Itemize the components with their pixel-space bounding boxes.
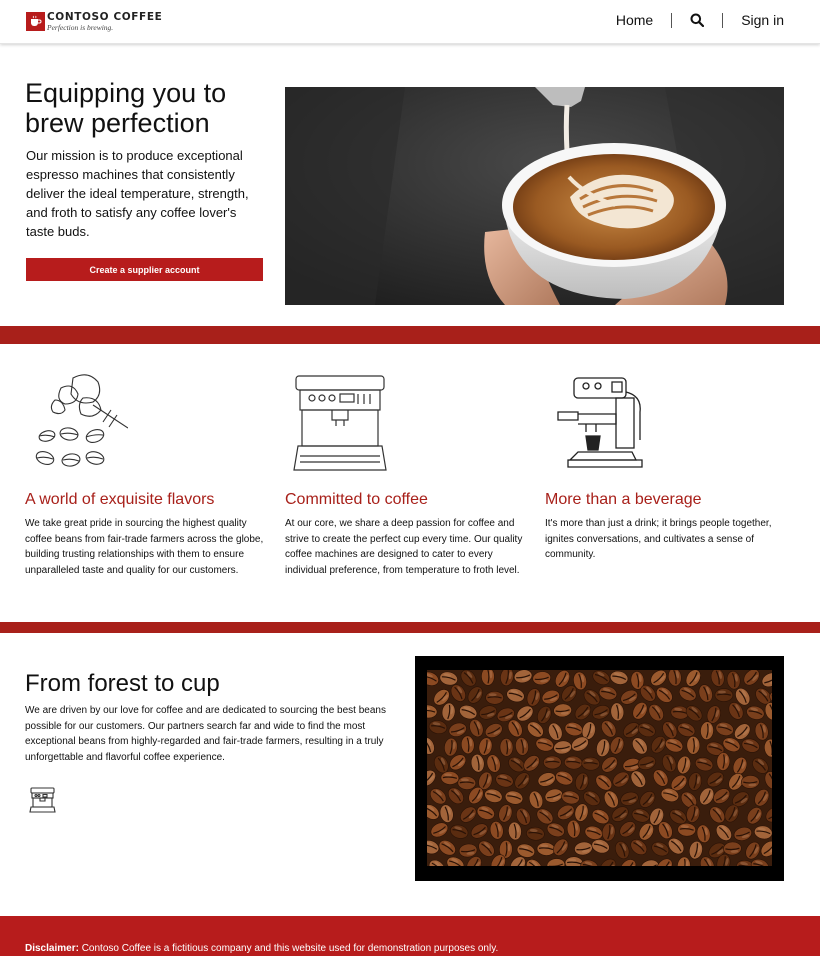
- section-divider-band: [0, 326, 820, 344]
- nav-divider: [671, 12, 673, 28]
- espresso-machine-small-icon: [29, 786, 56, 818]
- brand-tagline: Perfection is brewing.: [47, 22, 114, 32]
- section-divider-band: [0, 622, 820, 633]
- hero-description: Our mission is to produce exceptional es…: [26, 148, 249, 239]
- latte-art-image: [285, 87, 784, 305]
- hero-title: Equipping you to brew perfection: [25, 78, 227, 138]
- site-header: CONTOSO COFFEE Perfection is brewing. Ho…: [0, 0, 820, 44]
- create-supplier-account-button[interactable]: Create a supplier account: [26, 258, 263, 281]
- nav-divider: [722, 12, 724, 28]
- nav-home-link[interactable]: Home: [616, 12, 653, 28]
- coffee-beans-icon: [33, 370, 129, 480]
- feature-text-committed: At our core, we share a deep passion for…: [285, 518, 523, 576]
- feature-title-beverage: More than a beverage: [545, 491, 702, 508]
- disclaimer-body: Contoso Coffee is a fictitious company a…: [78, 943, 499, 954]
- coffee-cup-logo-icon: [26, 12, 45, 31]
- site-footer: Disclaimer: Contoso Coffee is a fictitio…: [0, 916, 820, 956]
- feature-text-beverage: It's more than just a drink; it brings p…: [545, 518, 772, 560]
- feature-title-flavors: A world of exquisite flavors: [25, 491, 215, 508]
- espresso-machine-icon: [292, 372, 388, 477]
- main-nav: Home Sign in: [616, 12, 784, 28]
- brand-logo[interactable]: CONTOSO COFFEE Perfection is brewing.: [26, 12, 162, 31]
- disclaimer-text: Disclaimer: Contoso Coffee is a fictitio…: [25, 943, 498, 954]
- feature-text-flavors: We take great pride in sourcing the high…: [25, 518, 264, 576]
- forest-section-title: From forest to cup: [25, 670, 220, 697]
- brand-name: CONTOSO COFFEE: [47, 11, 163, 23]
- coffee-beans-image: [427, 670, 772, 866]
- forest-section-text: We are driven by our love for coffee and…: [25, 705, 386, 764]
- disclaimer-label: Disclaimer:: [25, 943, 79, 954]
- coffee-beans-image-frame: [415, 656, 784, 881]
- nav-sign-in-link[interactable]: Sign in: [741, 12, 784, 28]
- search-icon[interactable]: [690, 13, 705, 28]
- feature-title-committed: Committed to coffee: [285, 491, 428, 508]
- coffee-maker-icon: [556, 372, 646, 475]
